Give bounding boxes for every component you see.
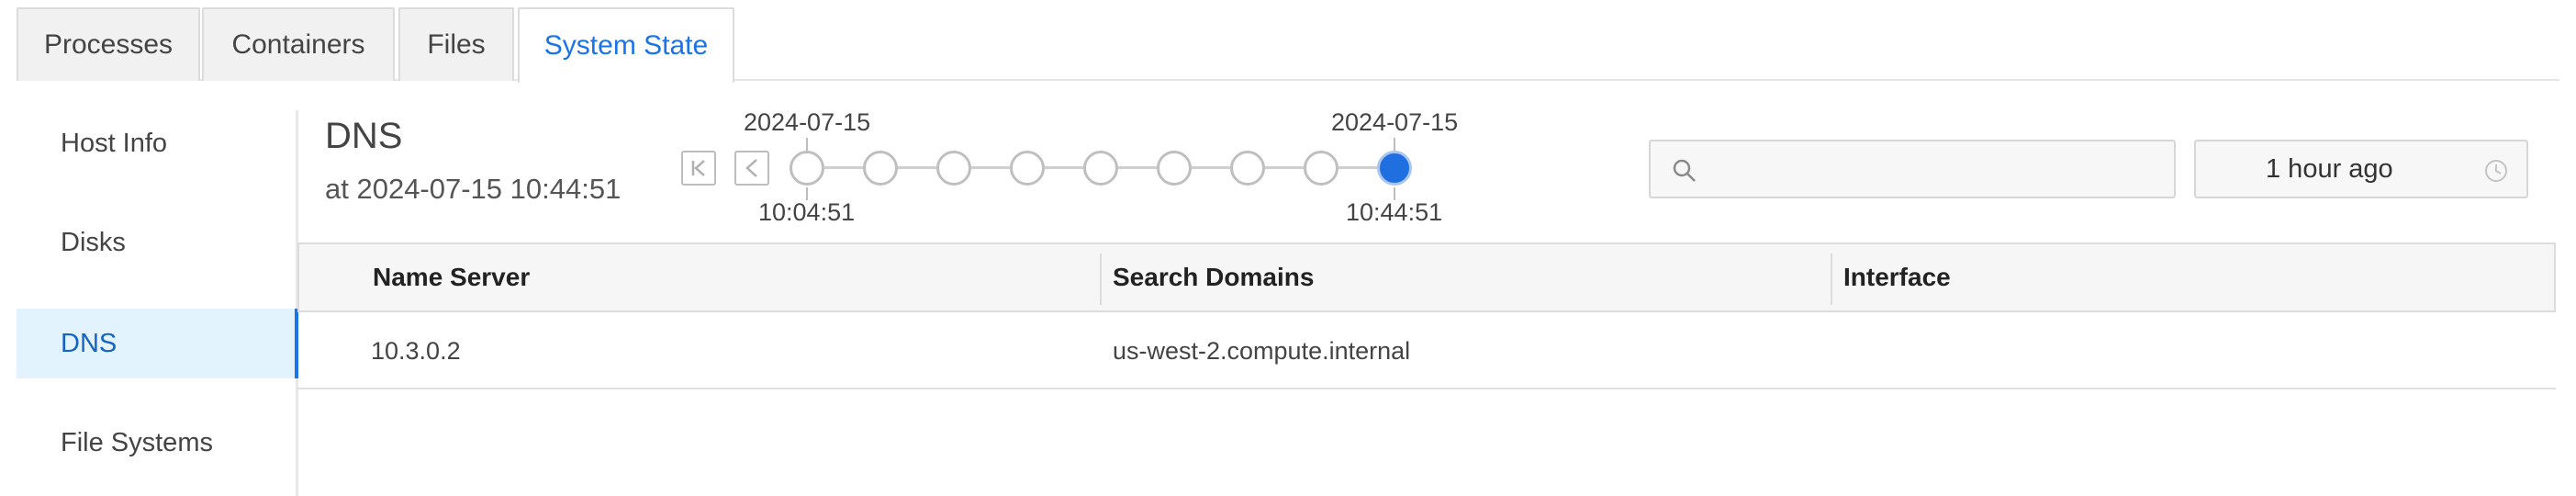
timeline-end-tick-top: [1394, 138, 1395, 151]
snapshot-point[interactable]: [936, 151, 971, 186]
column-header-interface[interactable]: Interface: [1843, 244, 1951, 310]
sidebar: Host Info Disks DNS File Systems: [17, 108, 297, 496]
snapshot-point[interactable]: [1083, 151, 1118, 186]
time-range-value: 1 hour ago: [2266, 154, 2393, 184]
skip-first-icon: [691, 160, 705, 176]
timeline-start-tick-top: [806, 138, 808, 151]
timeline-end-time: 10:44:51: [1346, 198, 1443, 226]
cell-search-domains: us-west-2.compute.internal: [1113, 336, 1411, 365]
snapshot-timeline: 2024-07-15 2024-07-15 10:04:51 10:44:51: [679, 103, 1469, 231]
previous-snapshot-button[interactable]: [734, 151, 769, 186]
snapshot-point[interactable]: [1304, 151, 1338, 186]
tab-system-state[interactable]: System State: [518, 7, 734, 83]
sidebar-item-disks[interactable]: Disks: [17, 208, 297, 277]
tab-bar: Processes Containers Files System State: [17, 7, 2559, 83]
tab-containers[interactable]: Containers: [202, 7, 395, 81]
snapshot-point[interactable]: [863, 151, 898, 186]
tab-processes[interactable]: Processes: [17, 7, 200, 81]
column-header-search-domains[interactable]: Search Domains: [1113, 244, 1314, 310]
tab-files[interactable]: Files: [398, 7, 514, 81]
table-header: Name Server Search Domains Interface: [297, 242, 2556, 312]
chevron-left-icon: [745, 159, 757, 177]
snapshot-point[interactable]: [1230, 151, 1265, 186]
table-row[interactable]: 10.3.0.2 us-west-2.compute.internal: [297, 312, 2556, 389]
search-box: [1649, 140, 2176, 198]
time-range-picker[interactable]: 1 hour ago: [2194, 140, 2528, 198]
timeline-end-date: 2024-07-15: [1331, 108, 1459, 136]
search-input[interactable]: [1711, 147, 2161, 191]
cell-name-server: 10.3.0.2: [371, 336, 461, 365]
snapshot-point[interactable]: [1010, 151, 1045, 186]
clock-icon: [2485, 160, 2507, 182]
column-divider[interactable]: [1100, 254, 1102, 305]
snapshot-point[interactable]: [790, 151, 824, 186]
snapshot-point[interactable]: [1157, 151, 1192, 186]
page-subtitle: at 2024-07-15 10:44:51: [325, 173, 622, 205]
sidebar-item-file-systems[interactable]: File Systems: [17, 408, 297, 478]
first-snapshot-button[interactable]: [681, 151, 716, 186]
timeline-start-date: 2024-07-15: [744, 108, 871, 136]
column-divider[interactable]: [1831, 254, 1832, 305]
sidebar-item-host-info[interactable]: Host Info: [17, 108, 297, 178]
column-header-name-server[interactable]: Name Server: [373, 244, 530, 310]
timeline-start-time: 10:04:51: [758, 198, 856, 226]
search-icon: [1673, 159, 1696, 182]
snapshot-point-selected[interactable]: [1377, 151, 1412, 186]
page-title: DNS: [325, 116, 403, 156]
sidebar-item-dns[interactable]: DNS: [17, 309, 297, 378]
